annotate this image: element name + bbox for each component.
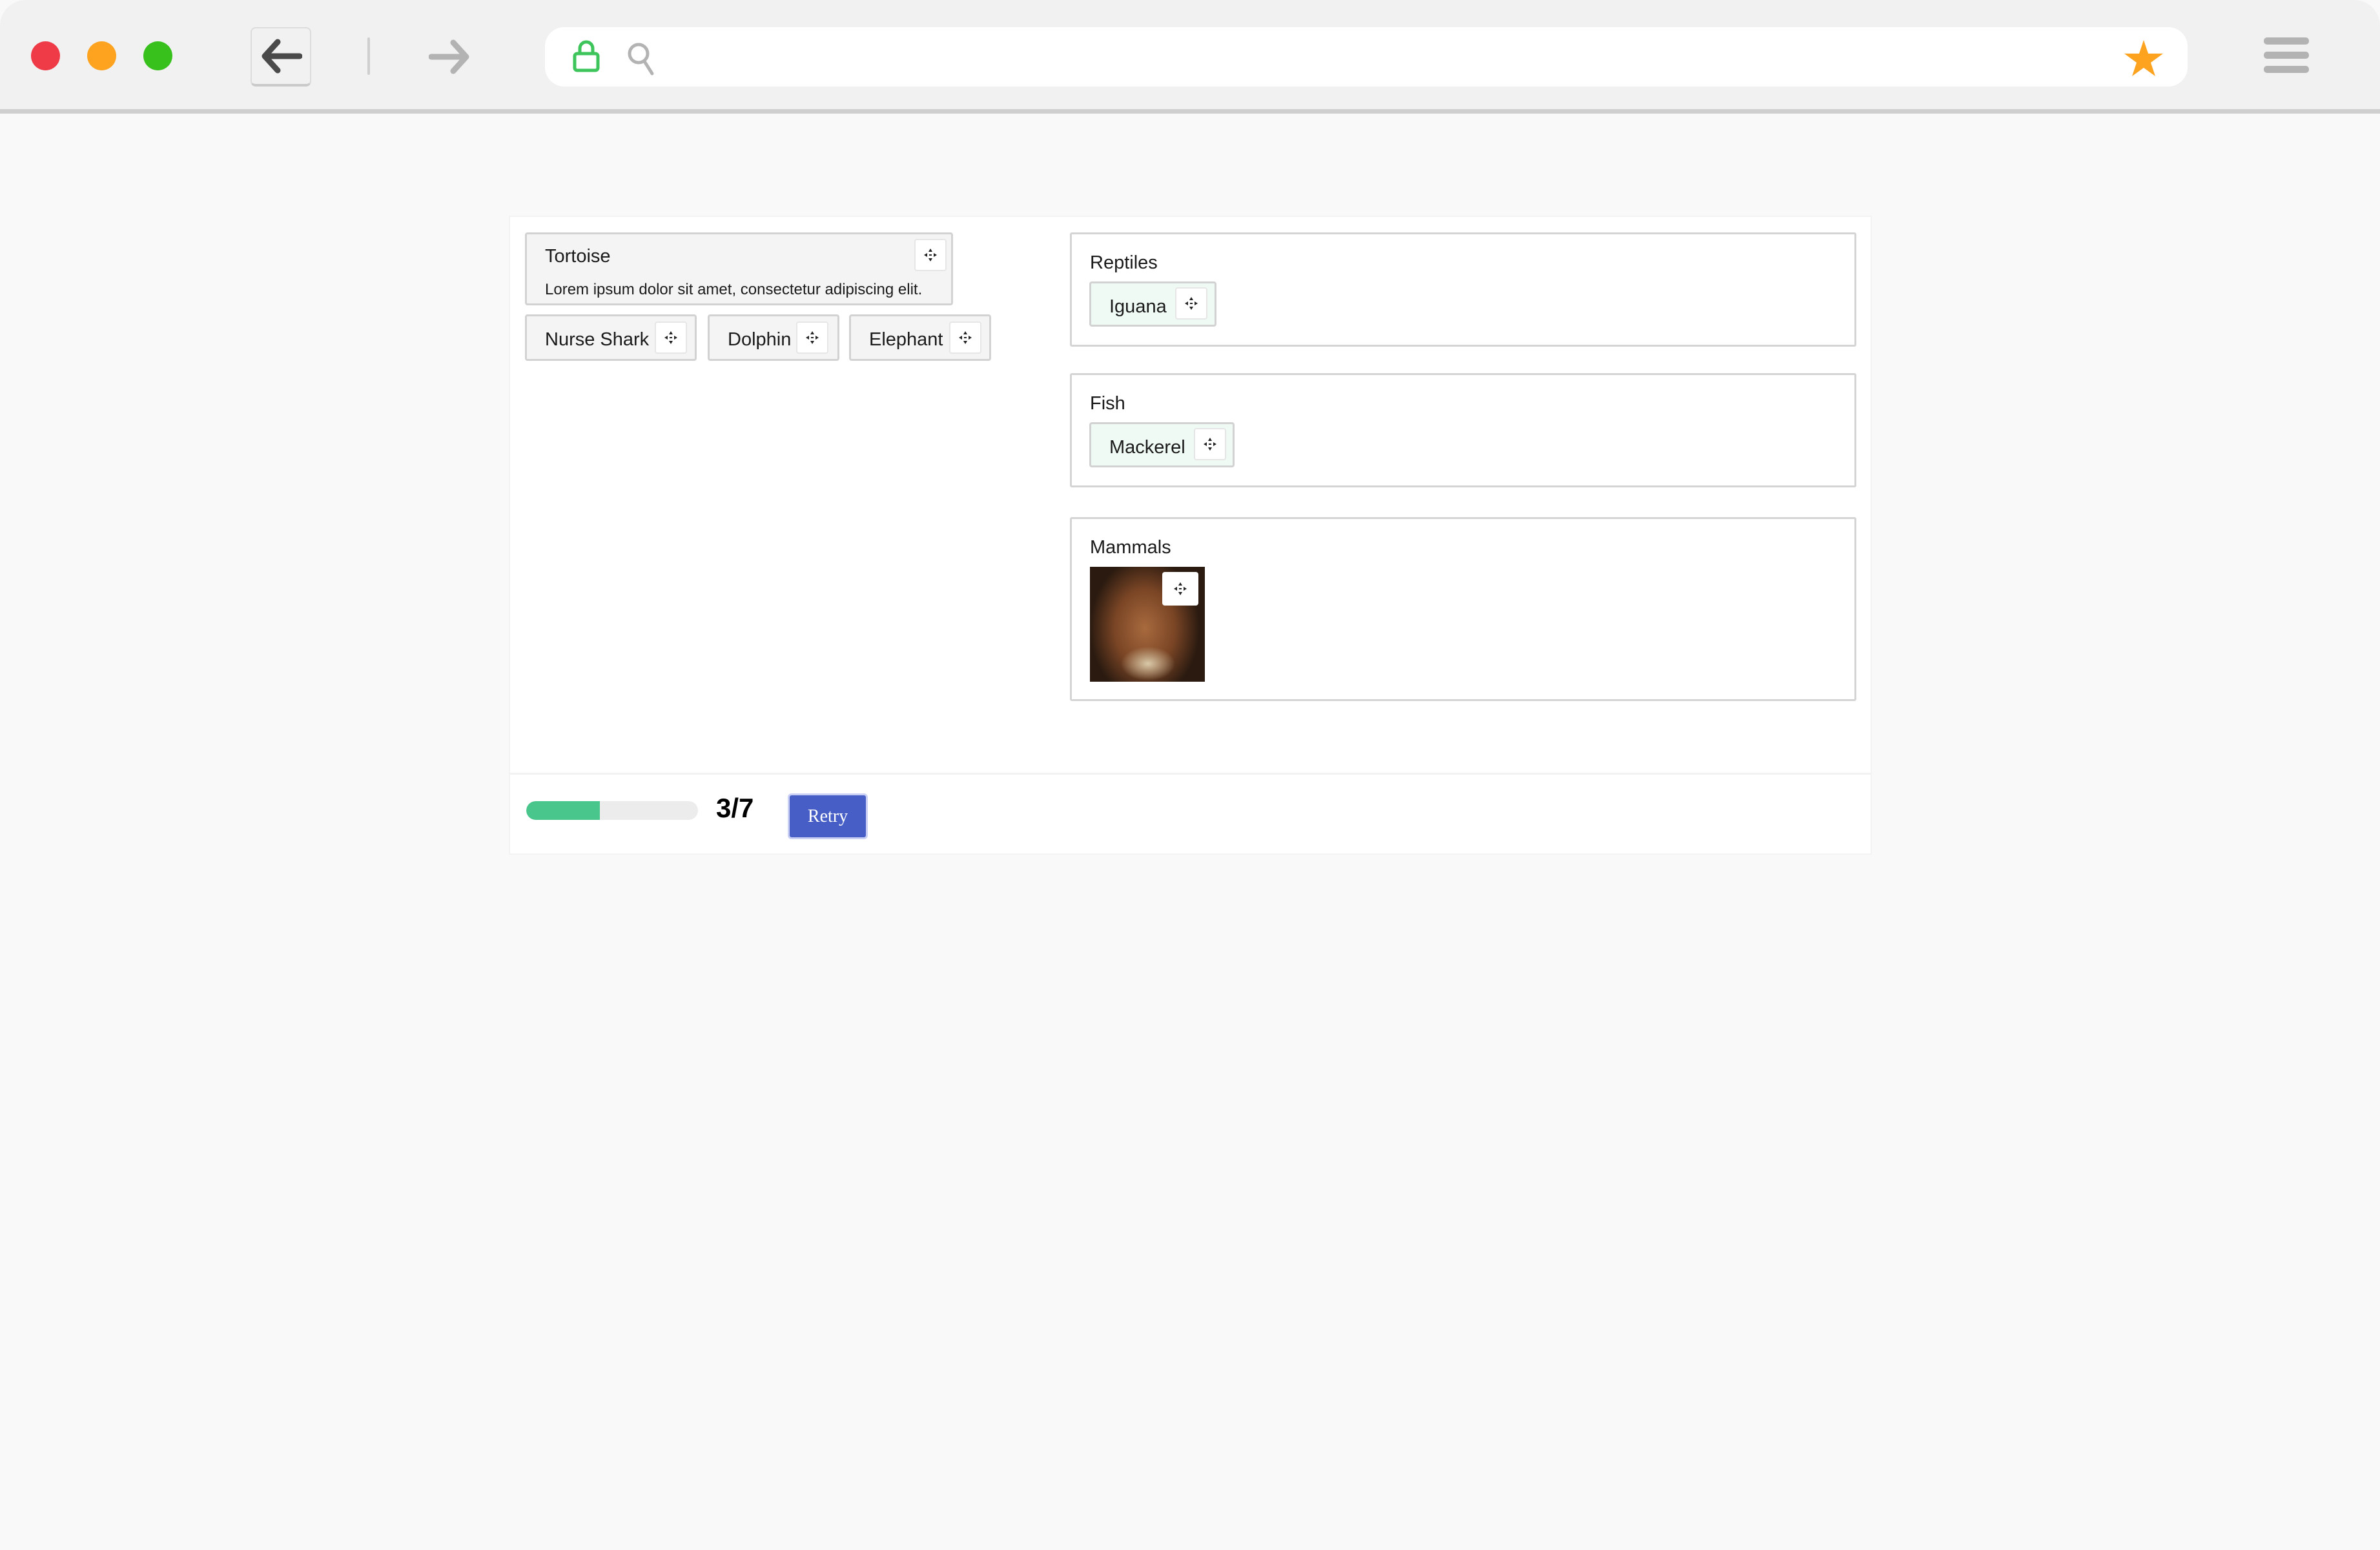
zone-title: Fish xyxy=(1090,393,1125,414)
window-minimize-button[interactable] xyxy=(87,41,116,70)
move-icon[interactable] xyxy=(1175,287,1207,320)
draggable-item-tortoise[interactable]: Tortoise Lorem ipsum dolor sit amet, con… xyxy=(525,232,953,305)
item-label: Iguana xyxy=(1109,296,1167,317)
progress-fill xyxy=(526,801,600,820)
zone-title: Mammals xyxy=(1090,537,1171,558)
address-bar[interactable] xyxy=(545,27,2188,87)
item-description: Lorem ipsum dolor sit amet, consectetur … xyxy=(545,281,923,298)
hamburger-menu-icon[interactable] xyxy=(2264,37,2309,76)
url-input[interactable] xyxy=(674,37,2033,77)
arrow-left-icon xyxy=(262,39,302,74)
toolbar-separator xyxy=(367,37,370,75)
retry-button[interactable]: Retry xyxy=(788,793,868,839)
draggable-item-dolphin[interactable]: Dolphin xyxy=(708,314,839,361)
arrow-right-icon xyxy=(429,39,469,74)
placed-item-iguana[interactable]: Iguana xyxy=(1089,281,1216,327)
item-label: Dolphin xyxy=(728,329,792,350)
move-icon[interactable] xyxy=(796,321,828,354)
item-label: Nurse Shark xyxy=(545,329,650,350)
placed-item-mackerel[interactable]: Mackerel xyxy=(1089,422,1235,467)
drop-zone-fish[interactable]: Fish Mackerel xyxy=(1070,373,1856,487)
drop-zone-mammals[interactable]: Mammals xyxy=(1070,517,1856,701)
move-icon[interactable] xyxy=(655,321,687,354)
search-icon xyxy=(628,43,654,76)
back-button[interactable] xyxy=(251,27,311,87)
move-icon[interactable] xyxy=(1194,428,1226,460)
item-label: Elephant xyxy=(869,329,943,350)
browser-toolbar xyxy=(0,0,2380,114)
window-maximize-button[interactable] xyxy=(143,41,172,70)
draggable-item-nurse-shark[interactable]: Nurse Shark xyxy=(525,314,697,361)
item-label: Mackerel xyxy=(1109,437,1185,458)
item-label: Tortoise xyxy=(545,246,611,267)
forward-button[interactable] xyxy=(420,27,480,87)
move-icon[interactable] xyxy=(1162,572,1198,606)
star-icon[interactable] xyxy=(2123,39,2164,77)
score-text: 3/7 xyxy=(716,793,754,823)
move-icon[interactable] xyxy=(914,239,947,271)
draggable-item-elephant[interactable]: Elephant xyxy=(849,314,991,361)
zone-title: Reptiles xyxy=(1090,252,1158,273)
drag-drop-activity: Tortoise Lorem ipsum dolor sit amet, con… xyxy=(509,216,1872,855)
window-close-button[interactable] xyxy=(31,41,60,70)
footer-divider xyxy=(510,773,1871,775)
placed-image-item[interactable] xyxy=(1090,567,1205,682)
lock-icon xyxy=(573,40,600,72)
score-progress-bar xyxy=(526,801,698,820)
move-icon[interactable] xyxy=(949,321,981,354)
drop-zone-reptiles[interactable]: Reptiles Iguana xyxy=(1070,232,1856,347)
